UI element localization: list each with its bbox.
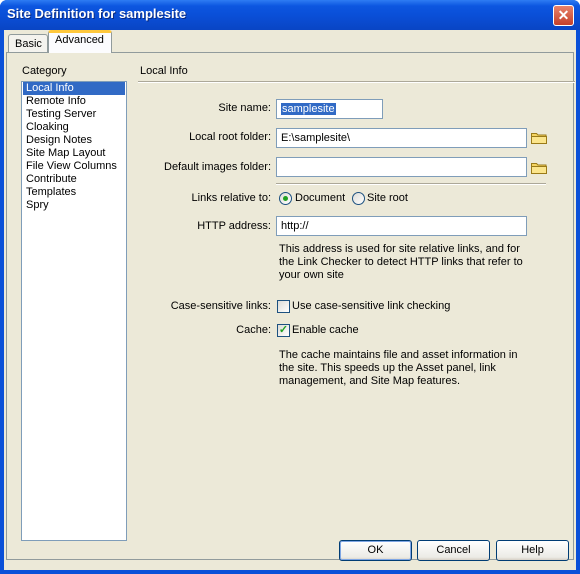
form-divider [276,183,546,185]
close-icon: ✕ [557,7,570,23]
category-item-local-info[interactable]: Local Info [23,82,125,95]
http-address-value: http:// [281,220,309,232]
links-relative-document-label: Document [295,192,346,204]
category-item-contribute[interactable]: Contribute [23,173,125,186]
links-relative-label: Links relative to: [191,192,271,204]
folder-icon[interactable] [531,131,547,144]
folder-icon[interactable] [531,161,547,174]
section-divider [138,81,575,83]
links-relative-document-radio[interactable] [279,192,292,205]
category-item-remote-info[interactable]: Remote Info [23,95,125,108]
tab-advanced[interactable]: Advanced [48,30,112,53]
site-name-input[interactable]: samplesite [276,99,383,119]
case-sensitive-label: Case-sensitive links: [170,300,271,312]
default-images-input[interactable] [276,157,527,177]
site-name-value: samplesite [281,103,336,115]
ok-button-label: OK [367,544,384,556]
category-list[interactable]: Local Info Remote Info Testing Server Cl… [21,81,127,541]
enable-cache-checkbox[interactable]: ✓ [277,324,290,337]
tab-basic-label: Basic [15,38,42,50]
cancel-button[interactable]: Cancel [417,540,490,561]
help-button[interactable]: Help [496,540,569,561]
category-item-spry[interactable]: Spry [23,199,125,212]
default-images-label: Default images folder: [164,161,271,173]
cache-help: The cache maintains file and asset infor… [279,349,518,387]
dialog-window: Site Definition for samplesite ✕ Basic A… [0,0,580,574]
close-button[interactable]: ✕ [553,5,574,26]
site-name-label: Site name: [218,102,271,114]
http-address-input[interactable]: http:// [276,216,527,236]
category-label: Category [22,65,67,77]
local-root-input[interactable]: E:\samplesite\ [276,128,527,148]
title-bar[interactable]: Site Definition for samplesite ✕ [0,0,580,30]
help-button-label: Help [521,544,544,556]
tab-basic[interactable]: Basic [8,34,48,54]
window-title: Site Definition for samplesite [7,6,187,21]
links-relative-site-root-radio[interactable] [352,192,365,205]
cancel-button-label: Cancel [436,544,471,556]
tab-advanced-label: Advanced [55,34,104,46]
local-root-value: E:\samplesite\ [281,132,351,144]
category-item-templates[interactable]: Templates [23,186,125,199]
section-title: Local Info [140,65,188,77]
http-address-label: HTTP address: [197,220,271,232]
http-address-help: This address is used for site relative l… [279,243,523,281]
links-relative-site-root-label: Site root [367,192,408,204]
enable-cache-option: Enable cache [292,324,359,336]
category-item-design-notes[interactable]: Design Notes [23,134,125,147]
ok-button[interactable]: OK [339,540,412,561]
category-item-site-map-layout[interactable]: Site Map Layout [23,147,125,160]
case-sensitive-checkbox[interactable] [277,300,290,313]
category-item-cloaking[interactable]: Cloaking [23,121,125,134]
local-root-label: Local root folder: [189,131,271,143]
category-item-file-view-columns[interactable]: File View Columns [23,160,125,173]
case-sensitive-option: Use case-sensitive link checking [292,300,451,312]
dialog-body: Basic Advanced Category Local Info Remot… [4,30,576,570]
cache-label: Cache: [236,324,271,336]
category-item-testing-server[interactable]: Testing Server [23,108,125,121]
checkmark-icon: ✓ [278,324,289,336]
